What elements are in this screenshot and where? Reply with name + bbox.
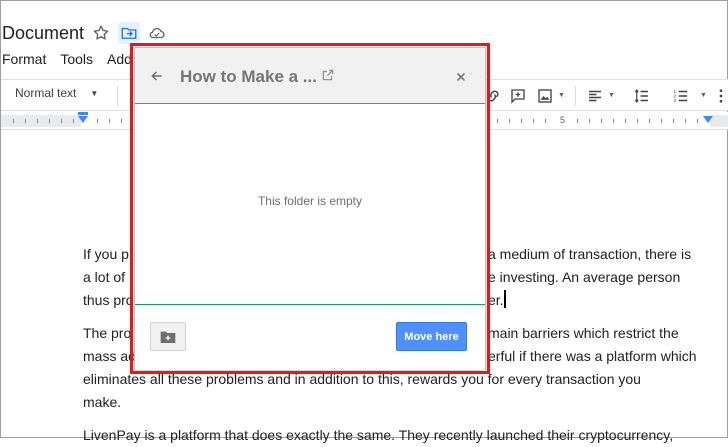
text-cursor [503, 290, 506, 308]
doc-title-row: Document [1, 17, 168, 49]
cloud-saved-icon[interactable] [146, 22, 168, 44]
align-left-icon[interactable] [585, 86, 605, 106]
new-folder-button[interactable] [150, 322, 186, 351]
empty-folder-message: This folder is empty [257, 194, 363, 208]
add-comment-icon[interactable] [508, 86, 528, 106]
toolbar-divider [117, 86, 118, 106]
left-indent-handle[interactable] [78, 116, 88, 123]
close-icon[interactable] [453, 69, 469, 85]
toolbar-divider [575, 86, 576, 106]
first-line-indent-handle[interactable] [78, 112, 88, 115]
star-icon[interactable] [90, 22, 112, 44]
new-folder-icon [160, 331, 176, 343]
move-dialog: How to Make a ... This folder is empty M… [134, 47, 486, 370]
open-in-new-icon[interactable] [321, 68, 335, 82]
line-spacing-icon[interactable] [632, 86, 652, 106]
menu-add[interactable]: Add [107, 51, 132, 67]
chevron-down-icon: ▼ [90, 88, 99, 98]
doc-title[interactable]: Document [2, 23, 84, 44]
body-line[interactable]: eliminates all these problems and in add… [83, 368, 713, 391]
insert-image-icon[interactable] [535, 86, 555, 106]
ruler-number: 5 [560, 115, 566, 125]
move-here-button[interactable]: Move here [396, 322, 467, 351]
paragraph-style-value: Normal text [15, 86, 77, 100]
move-folder-icon[interactable] [118, 22, 141, 44]
paragraph-style-select[interactable]: Normal text ▼ [15, 86, 98, 100]
body-line[interactable]: LivenPay is a platform that does exactly… [83, 424, 713, 447]
menubar: Format Tools Add [1, 49, 146, 69]
more-options-icon[interactable] [711, 86, 728, 106]
dialog-header: How to Make a ... [135, 48, 485, 104]
menu-format[interactable]: Format [2, 51, 46, 67]
dialog-footer: Move here [135, 304, 485, 370]
chevron-down-icon[interactable]: ▼ [558, 92, 565, 99]
link-icon[interactable] [483, 86, 503, 106]
back-arrow-icon[interactable] [147, 66, 167, 86]
dialog-folder-title: How to Make a ... [180, 67, 317, 86]
svg-text:3: 3 [674, 98, 677, 103]
chevron-down-icon[interactable]: ▼ [608, 92, 615, 99]
numbered-list-icon[interactable]: 123 [671, 86, 691, 106]
body-line[interactable]: make. [83, 391, 713, 414]
right-indent-handle[interactable] [703, 116, 713, 123]
chevron-down-icon[interactable]: ▼ [700, 92, 707, 99]
menu-tools[interactable]: Tools [60, 51, 93, 67]
